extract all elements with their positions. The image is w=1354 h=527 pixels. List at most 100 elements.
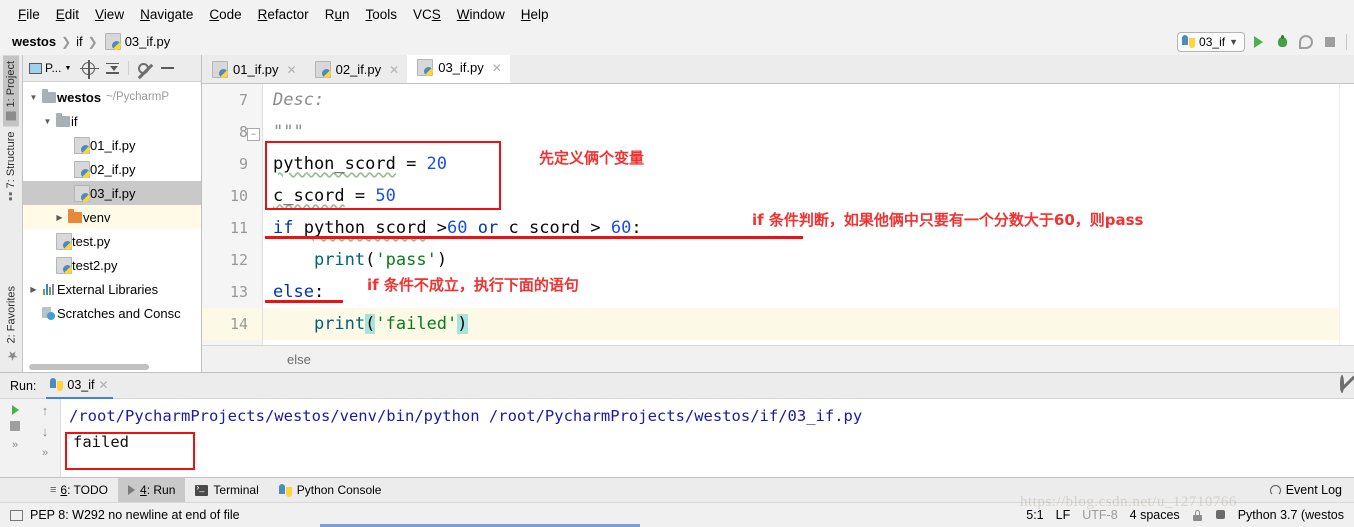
line-number: 10 bbox=[229, 187, 248, 205]
close-icon[interactable]: ✕ bbox=[287, 63, 297, 77]
tool-tab-terminal[interactable]: Terminal bbox=[185, 478, 268, 502]
inspection-icon[interactable] bbox=[10, 509, 23, 521]
breadcrumb-file[interactable]: 03_if.py bbox=[125, 34, 171, 49]
tree-label: Scratches and Consc bbox=[57, 305, 181, 321]
project-view-label[interactable]: P... ▼ bbox=[45, 61, 71, 75]
inspection-message: PEP 8: W292 no newline at end of file bbox=[30, 508, 240, 522]
run-console[interactable]: /root/PycharmProjects/westos/venv/bin/py… bbox=[61, 399, 1354, 477]
console-output: failed bbox=[73, 433, 129, 451]
tree-row-scratches[interactable]: Scratches and Consc bbox=[23, 301, 201, 325]
libraries-icon bbox=[40, 283, 57, 295]
tree-row-02-if-py[interactable]: 02_if.py bbox=[23, 157, 201, 181]
menu-item-navigate[interactable]: Navigate bbox=[132, 5, 201, 24]
stop-button[interactable] bbox=[1319, 31, 1341, 53]
line-number: 14 bbox=[202, 308, 262, 340]
coverage-button[interactable] bbox=[1295, 31, 1317, 53]
scroll-up-icon[interactable] bbox=[42, 403, 49, 418]
python-interpreter[interactable]: Python 3.7 (westos bbox=[1238, 508, 1344, 522]
navigation-bar: westos ❯ if ❯ 03_if.py 03_if ▼ bbox=[0, 28, 1354, 55]
tool-tab-run[interactable]: 4: Run bbox=[118, 478, 186, 502]
python-icon bbox=[1182, 35, 1196, 48]
sidebar-item-project[interactable]: 1: Project bbox=[3, 55, 19, 127]
tab-01-if-py[interactable]: 01_if.py ✕ bbox=[202, 56, 305, 83]
database-icon[interactable] bbox=[1215, 509, 1226, 521]
code-line-14[interactable]: print('failed') bbox=[263, 308, 1339, 340]
menu-item-tools[interactable]: Tools bbox=[357, 5, 405, 24]
tab-03-if-py[interactable]: 03_if.py ✕ bbox=[407, 54, 510, 83]
menu-item-run[interactable]: Run bbox=[317, 5, 358, 24]
settings-icon[interactable] bbox=[138, 62, 150, 74]
code-area[interactable]: Desc: """ python_scord = 20 c_scord = 50… bbox=[263, 84, 1339, 345]
event-log-label[interactable]: Event Log bbox=[1286, 483, 1342, 497]
stop-icon bbox=[1325, 36, 1335, 47]
sidebar-item-favorites[interactable]: ★ 2: Favorites bbox=[2, 280, 21, 368]
stop-icon[interactable] bbox=[10, 421, 20, 431]
run-configuration-selector[interactable]: 03_if ▼ bbox=[1177, 31, 1245, 52]
chevron-right-icon[interactable]: ▶ bbox=[53, 213, 66, 222]
line-number: 7 bbox=[238, 91, 248, 109]
debug-button[interactable] bbox=[1271, 31, 1293, 53]
file-encoding[interactable]: UTF-8 bbox=[1082, 508, 1117, 522]
tree-row-test2-py[interactable]: test2.py bbox=[23, 253, 201, 277]
project-tree-horizontal-scrollbar[interactable] bbox=[29, 364, 149, 370]
run-settings-button[interactable] bbox=[1340, 375, 1344, 393]
chevron-down-icon[interactable]: ▼ bbox=[27, 93, 40, 102]
code-text: """ bbox=[273, 122, 304, 142]
run-panel-label: Run: bbox=[10, 378, 37, 393]
editor-scrollbar[interactable] bbox=[1339, 84, 1354, 345]
tree-row-external-libraries[interactable]: ▶ External Libraries bbox=[23, 277, 201, 301]
lock-icon[interactable] bbox=[1192, 509, 1203, 521]
tool-tab-python-console[interactable]: Python Console bbox=[269, 478, 392, 502]
soft-wrap-icon[interactable] bbox=[42, 445, 48, 459]
chevron-down-icon[interactable]: ▼ bbox=[41, 117, 54, 126]
menu-item-window[interactable]: Window bbox=[449, 5, 513, 24]
scroll-down-icon[interactable] bbox=[42, 424, 49, 439]
menu-item-help[interactable]: Help bbox=[513, 5, 557, 24]
line-separator[interactable]: LF bbox=[1056, 508, 1071, 522]
run-icon bbox=[1253, 35, 1263, 48]
tree-row-westos[interactable]: ▼ westos ~/PycharmP bbox=[23, 85, 201, 109]
code-line-7[interactable]: Desc: bbox=[263, 84, 1339, 116]
rerun-icon[interactable] bbox=[11, 405, 19, 415]
tool-tab-label: Python Console bbox=[296, 483, 382, 497]
close-icon[interactable]: ✕ bbox=[389, 63, 399, 77]
tab-label: 03_if.py bbox=[438, 60, 484, 75]
project-panel: P... ▼ ▼ westos ~/PycharmP ▼ if 01_if.py… bbox=[23, 55, 202, 372]
menu-item-file[interactable]: File bbox=[10, 5, 48, 24]
indent-setting[interactable]: 4 spaces bbox=[1130, 508, 1180, 522]
left-strip-bottom: ★ 2: Favorites bbox=[0, 280, 22, 368]
code-fold-icon[interactable]: − bbox=[247, 128, 260, 141]
code-line-9[interactable]: python_scord = 20 bbox=[263, 148, 1339, 180]
chevron-down-icon: ▼ bbox=[1229, 36, 1238, 47]
run-tab-03-if[interactable]: 03_if ✕ bbox=[46, 373, 113, 399]
tab-02-if-py[interactable]: 02_if.py ✕ bbox=[305, 56, 408, 83]
collapse-all-icon[interactable] bbox=[106, 62, 120, 75]
code-line-12[interactable]: print('pass') bbox=[263, 244, 1339, 276]
tree-row-03-if-py[interactable]: 03_if.py bbox=[23, 181, 201, 205]
menu-item-edit[interactable]: Edit bbox=[48, 5, 87, 24]
close-icon[interactable]: ✕ bbox=[99, 378, 109, 392]
close-icon[interactable]: ✕ bbox=[492, 61, 502, 75]
caret-position[interactable]: 5:1 bbox=[1026, 508, 1043, 522]
tree-row-01-if-py[interactable]: 01_if.py bbox=[23, 133, 201, 157]
toolbar-divider bbox=[1346, 33, 1347, 50]
run-button[interactable] bbox=[1247, 31, 1269, 53]
menu-item-vcs[interactable]: VCS bbox=[405, 5, 449, 24]
menu-item-code[interactable]: Code bbox=[201, 5, 249, 24]
code-line-8[interactable]: """ bbox=[263, 116, 1339, 148]
hide-icon[interactable] bbox=[161, 67, 175, 69]
sidebar-item-structure[interactable]: 7: Structure bbox=[3, 126, 19, 206]
locate-icon[interactable] bbox=[80, 59, 100, 79]
tree-row-test-py[interactable]: test.py bbox=[23, 229, 201, 253]
tool-tab-todo[interactable]: ≡ 6: TODO bbox=[40, 478, 118, 502]
tree-row-venv[interactable]: ▶ venv bbox=[23, 205, 201, 229]
project-view-icon[interactable] bbox=[29, 62, 42, 74]
run-configuration-label: 03_if bbox=[1199, 34, 1226, 49]
menu-item-refactor[interactable]: Refactor bbox=[250, 5, 317, 24]
breadcrumb-project[interactable]: westos bbox=[12, 34, 56, 49]
code-line-10[interactable]: c_scord = 50 bbox=[263, 180, 1339, 212]
chevron-right-icon[interactable]: ▶ bbox=[27, 285, 40, 294]
expand-icon[interactable] bbox=[12, 437, 18, 451]
tree-row-if[interactable]: ▼ if bbox=[23, 109, 201, 133]
menu-item-view[interactable]: View bbox=[87, 5, 132, 24]
